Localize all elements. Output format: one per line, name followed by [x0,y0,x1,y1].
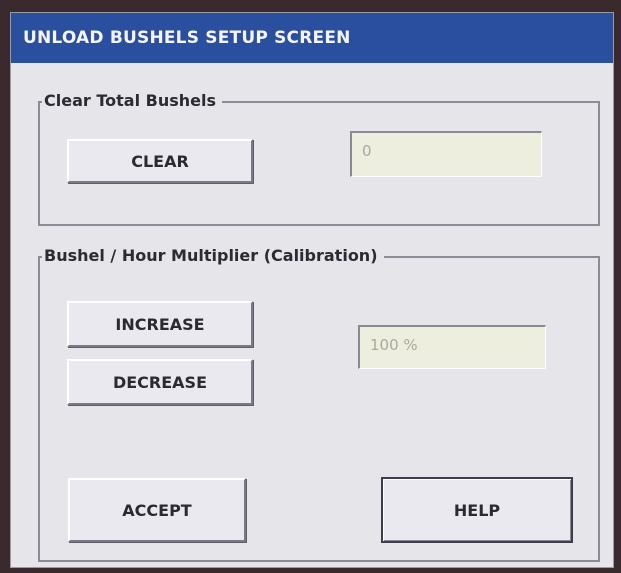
total-bushels-field[interactable]: 0 [350,131,542,177]
multiplier-field[interactable]: 100 % [358,325,546,369]
clear-button[interactable]: CLEAR [67,139,253,183]
calibration-legend: Bushel / Hour Multiplier (Calibration) [42,246,384,265]
increase-button[interactable]: INCREASE [67,301,253,347]
setup-window: UNLOAD BUSHELS SETUP SCREEN Clear Total … [10,12,614,568]
clear-total-bushels-group: Clear Total Bushels CLEAR 0 [38,91,600,226]
help-button[interactable]: HELP [381,477,573,543]
accept-button[interactable]: ACCEPT [68,478,246,542]
calibration-group: Bushel / Hour Multiplier (Calibration) I… [38,246,600,562]
title-bar: UNLOAD BUSHELS SETUP SCREEN [11,13,613,63]
clear-total-bushels-legend: Clear Total Bushels [42,91,222,110]
window-title: UNLOAD BUSHELS SETUP SCREEN [23,28,351,48]
decrease-button[interactable]: DECREASE [67,359,253,405]
